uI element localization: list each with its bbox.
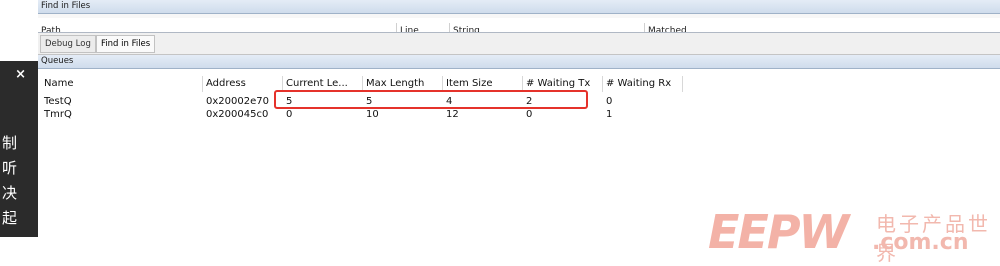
column-header-string[interactable]: String xyxy=(449,23,643,32)
column-header-matched[interactable]: Matched xyxy=(644,23,728,32)
popup-char: 决 xyxy=(2,184,18,202)
popup-char: 听 xyxy=(2,159,18,177)
find-in-files-header: Find in Files xyxy=(38,0,1000,14)
queues-header: Queues xyxy=(38,55,1000,69)
column-header-address[interactable]: Address xyxy=(202,76,283,92)
bottom-tabs: Debug Log Find in Files xyxy=(38,33,1000,55)
watermark-domain: .com.cn xyxy=(872,230,969,255)
cell-max-length: 10 xyxy=(366,109,379,120)
cell-address: 0x200045c0 xyxy=(206,109,269,120)
cell-waiting-rx: 1 xyxy=(606,109,613,120)
popup-char: 起 xyxy=(2,209,18,227)
popup-text: 制 听 决 起 xyxy=(2,131,17,231)
column-header-path[interactable]: Path xyxy=(38,23,396,32)
cell-item-size: 12 xyxy=(446,109,459,120)
tab-debug-log[interactable]: Debug Log xyxy=(40,35,96,53)
cell-name: TmrQ xyxy=(44,109,72,120)
popup-char: 制 xyxy=(2,134,18,152)
cell-waiting-rx: 0 xyxy=(606,96,613,107)
column-header-name[interactable]: Name xyxy=(40,76,203,92)
cell-address: 0x20002e70 xyxy=(206,96,269,107)
watermark-eepw: EEPW xyxy=(708,205,849,259)
find-in-files-panel: Path Line String Matched xyxy=(38,14,1000,33)
close-icon[interactable]: × xyxy=(15,67,26,82)
watermark-logo: EEPW 电子产品世界 .com.cn xyxy=(708,200,998,265)
cell-waiting-tx: 0 xyxy=(526,109,533,120)
highlight-box xyxy=(274,90,588,109)
cell-current-length: 0 xyxy=(286,109,293,120)
column-header-waiting-rx[interactable]: # Waiting Rx xyxy=(602,76,683,92)
cell-name: TestQ xyxy=(44,96,72,107)
column-header-line[interactable]: Line xyxy=(396,23,448,32)
tab-find-in-files[interactable]: Find in Files xyxy=(96,35,156,53)
side-popup: × 制 听 决 起 xyxy=(0,61,38,237)
